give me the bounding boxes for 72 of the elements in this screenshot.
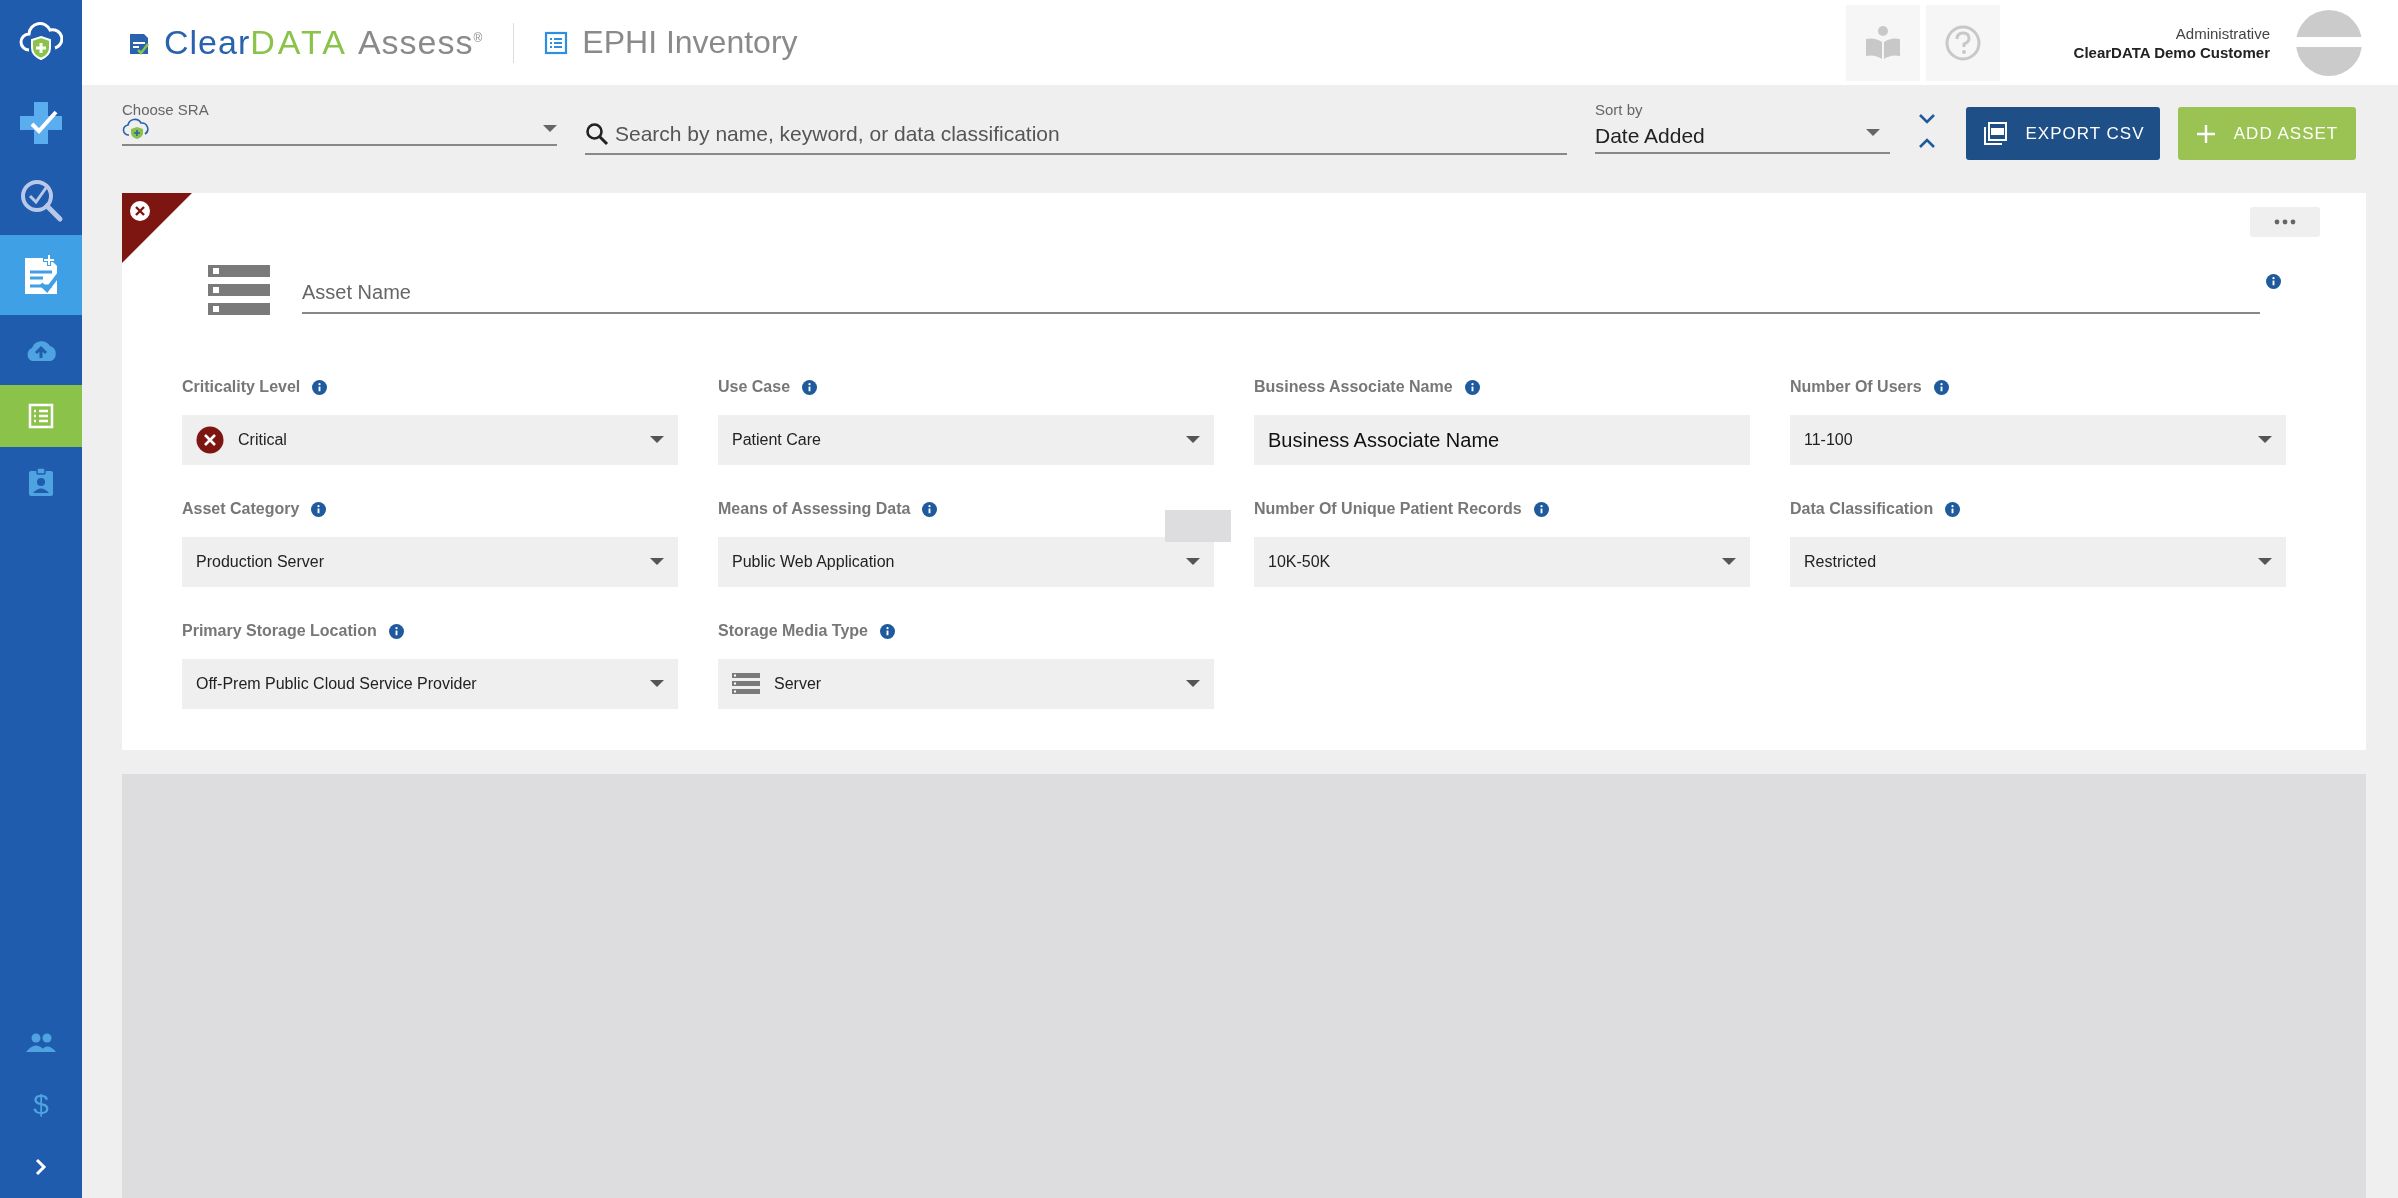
- dropdown-caret-icon: [650, 680, 664, 688]
- close-icon[interactable]: [129, 200, 151, 222]
- user-role: Administrative: [2174, 24, 2270, 42]
- text-field[interactable]: Business Associate Name: [1254, 415, 1750, 465]
- more-button[interactable]: [2250, 207, 2320, 237]
- sort-select[interactable]: Sort by Date Added: [1595, 101, 1890, 154]
- info-icon[interactable]: [1464, 379, 1480, 395]
- select-field[interactable]: Production Server: [182, 537, 678, 587]
- select-field[interactable]: Server: [718, 659, 1214, 709]
- list-icon: [544, 30, 569, 55]
- server-icon: [208, 265, 270, 315]
- field-label: Number Of Unique Patient Records: [1254, 500, 1522, 518]
- medical-cross-icon: [18, 99, 64, 146]
- csv-file-icon: [1981, 120, 2008, 147]
- field-label: Data Classification: [1790, 500, 1934, 518]
- search-icon: [585, 122, 609, 146]
- info-icon[interactable]: [312, 379, 328, 395]
- field-label: Criticality Level: [182, 378, 301, 396]
- field-label: Means of Assessing Data: [718, 500, 911, 518]
- select-field[interactable]: Off-Prem Public Cloud Service Provider: [182, 659, 678, 709]
- cloud-shield-icon: [19, 20, 63, 60]
- info-icon[interactable]: [388, 623, 404, 639]
- field-label: Use Case: [718, 378, 791, 396]
- info-icon[interactable]: [1533, 501, 1549, 517]
- field-label: Storage Media Type: [718, 622, 868, 640]
- select-field[interactable]: 10K-50K: [1254, 537, 1750, 587]
- plus-icon: [2195, 123, 2216, 144]
- info-icon[interactable]: [922, 501, 938, 517]
- critical-icon: [196, 426, 224, 454]
- select-field[interactable]: 11-100: [1790, 415, 2286, 465]
- info-icon[interactable]: [1945, 501, 1961, 517]
- field-label: Primary Storage Location: [182, 622, 377, 640]
- sort-ascending-icon[interactable]: [1918, 137, 1936, 149]
- app-logo: ClearDATA Assess$^{®}$: [164, 23, 484, 62]
- search-icon: [18, 177, 64, 223]
- id-badge-icon: [28, 467, 54, 497]
- info-icon[interactable]: [1933, 379, 1949, 395]
- dropdown-caret-icon: [543, 125, 557, 133]
- sort-descending-icon[interactable]: [1918, 113, 1936, 125]
- info-icon[interactable]: [311, 501, 327, 517]
- field-label: Asset Category: [182, 500, 300, 518]
- info-icon[interactable]: [2266, 273, 2281, 289]
- export-csv-button[interactable]: EXPORT CSV: [1966, 107, 2160, 160]
- list-icon: [28, 403, 54, 429]
- page-title: EPHI Inventory: [582, 24, 798, 61]
- dropdown-caret-icon: [2258, 558, 2272, 566]
- dropdown-caret-icon: [1186, 680, 1200, 688]
- dropdown-caret-icon: [1186, 558, 1200, 566]
- info-icon[interactable]: [802, 379, 818, 395]
- more-icon: [2274, 219, 2296, 225]
- dropdown-caret-icon: [1866, 129, 1880, 137]
- cloud-shield-icon: [122, 118, 150, 140]
- field-label: Business Associate Name: [1254, 378, 1453, 396]
- sidebar-item[interactable]: [0, 235, 82, 315]
- dropdown-caret-icon: [650, 436, 664, 444]
- tooltip-box: [1165, 510, 1231, 542]
- select-field[interactable]: Public Web Application: [718, 537, 1214, 587]
- expand-chevron-icon[interactable]: [35, 1158, 47, 1176]
- server-icon: [732, 673, 760, 695]
- dropdown-caret-icon: [1186, 436, 1200, 444]
- organization-name: ClearDATA Demo Customer: [2073, 43, 2270, 61]
- dropdown-caret-icon: [650, 558, 664, 566]
- search-field[interactable]: Search by name, keyword, or data classification: [613, 121, 1567, 147]
- select-field[interactable]: Critical: [182, 415, 678, 465]
- help-icon: [1943, 23, 1982, 62]
- info-icon[interactable]: [879, 623, 895, 639]
- dropdown-caret-icon: [2258, 436, 2272, 444]
- select-field[interactable]: Restricted: [1790, 537, 2286, 587]
- dropdown-caret-icon: [1722, 558, 1736, 566]
- sra-select[interactable]: Choose SRA: [122, 101, 557, 146]
- select-field[interactable]: Patient Care: [718, 415, 1214, 465]
- field-label: Number Of Users: [1790, 378, 1922, 396]
